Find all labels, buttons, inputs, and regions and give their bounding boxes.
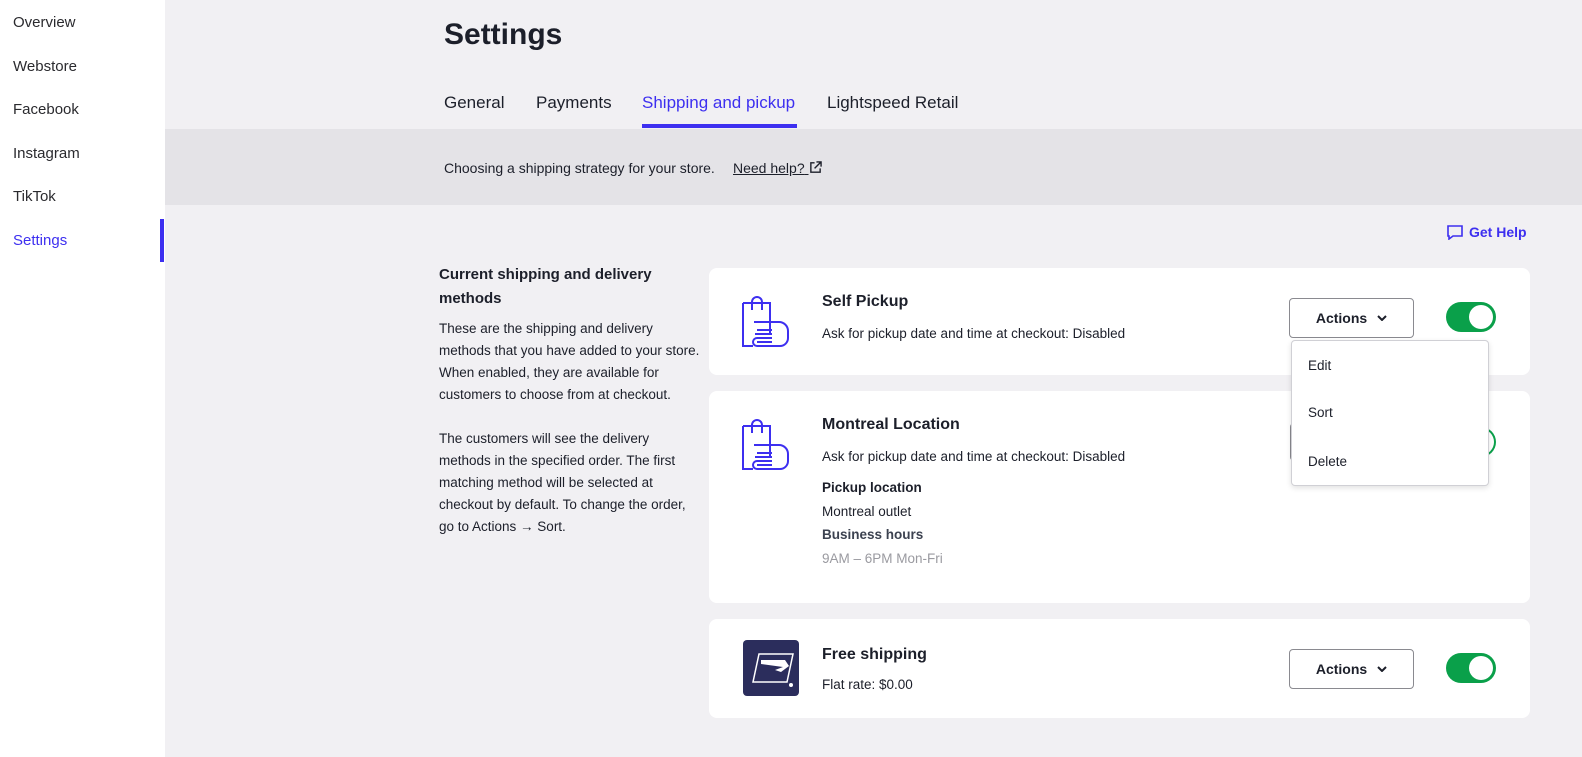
method-subtitle: Ask for pickup date and time at checkout… bbox=[822, 449, 1126, 464]
usps-logo bbox=[743, 640, 799, 696]
tab-underline bbox=[642, 124, 797, 128]
description-p2: The customers will see the delivery meth… bbox=[439, 431, 686, 534]
method-title: Free shipping bbox=[822, 646, 927, 663]
actions-label: Actions bbox=[1315, 310, 1368, 326]
enable-toggle[interactable] bbox=[1446, 302, 1496, 332]
sidebar-item-webstore[interactable]: Webstore bbox=[13, 58, 77, 75]
active-indicator bbox=[160, 219, 164, 262]
section-description: These are the shipping and delivery meth… bbox=[439, 318, 701, 538]
info-banner bbox=[165, 129, 1582, 205]
chevron-down-icon bbox=[1377, 315, 1387, 321]
method-card-free-shipping: Free shipping Flat rate: $0.00 Actions bbox=[709, 619, 1530, 718]
sidebar-item-overview[interactable]: Overview bbox=[13, 14, 76, 31]
business-hours-value: 9AM – 6PM Mon-Fri bbox=[822, 551, 943, 566]
actions-dropdown-menu: Edit Sort Delete bbox=[1291, 340, 1489, 486]
need-help-label: Need help? bbox=[733, 160, 805, 176]
banner-text: Choosing a shipping strategy for your st… bbox=[444, 160, 715, 176]
sidebar: Overview Webstore Facebook Instagram Tik… bbox=[0, 0, 165, 757]
pickup-bag-icon bbox=[742, 419, 789, 470]
tab-general[interactable]: General bbox=[444, 93, 504, 113]
pickup-bag-icon bbox=[742, 296, 789, 347]
menu-item-sort[interactable]: Sort bbox=[1308, 405, 1333, 420]
pickup-location-label: Pickup location bbox=[822, 480, 922, 495]
actions-button[interactable]: Actions bbox=[1289, 298, 1414, 338]
sidebar-item-instagram[interactable]: Instagram bbox=[13, 145, 80, 162]
tab-lightspeed-retail[interactable]: Lightspeed Retail bbox=[827, 93, 958, 113]
method-title: Montreal Location bbox=[822, 416, 960, 433]
enable-toggle[interactable] bbox=[1446, 653, 1496, 683]
chevron-down-icon bbox=[1377, 666, 1387, 672]
pickup-location-value: Montreal outlet bbox=[822, 504, 912, 519]
need-help-link[interactable]: Need help? bbox=[733, 160, 822, 176]
description-p1: These are the shipping and delivery meth… bbox=[439, 321, 700, 402]
method-subtitle: Ask for pickup date and time at checkout… bbox=[822, 326, 1126, 341]
tab-shipping-and-pickup[interactable]: Shipping and pickup bbox=[642, 93, 795, 113]
section-title: Current shipping and delivery methods bbox=[439, 266, 652, 307]
method-subtitle: Flat rate: $0.00 bbox=[822, 677, 913, 692]
menu-item-delete[interactable]: Delete bbox=[1308, 454, 1347, 469]
external-link-icon bbox=[809, 161, 822, 173]
page-title: Settings bbox=[444, 18, 563, 51]
content-fade bbox=[709, 578, 1530, 603]
tab-payments[interactable]: Payments bbox=[536, 93, 612, 113]
business-hours-label: Business hours bbox=[822, 527, 924, 542]
sidebar-item-facebook[interactable]: Facebook bbox=[13, 101, 79, 118]
actions-button[interactable]: Actions bbox=[1289, 649, 1414, 689]
menu-item-edit[interactable]: Edit bbox=[1308, 358, 1331, 373]
chat-icon bbox=[1447, 224, 1463, 240]
get-help-button[interactable]: Get Help bbox=[1447, 224, 1527, 240]
method-title: Self Pickup bbox=[822, 293, 909, 310]
actions-label: Actions bbox=[1315, 661, 1368, 677]
sidebar-item-settings[interactable]: Settings bbox=[13, 232, 67, 249]
sidebar-item-tiktok[interactable]: TikTok bbox=[13, 188, 56, 205]
get-help-label: Get Help bbox=[1469, 224, 1527, 240]
